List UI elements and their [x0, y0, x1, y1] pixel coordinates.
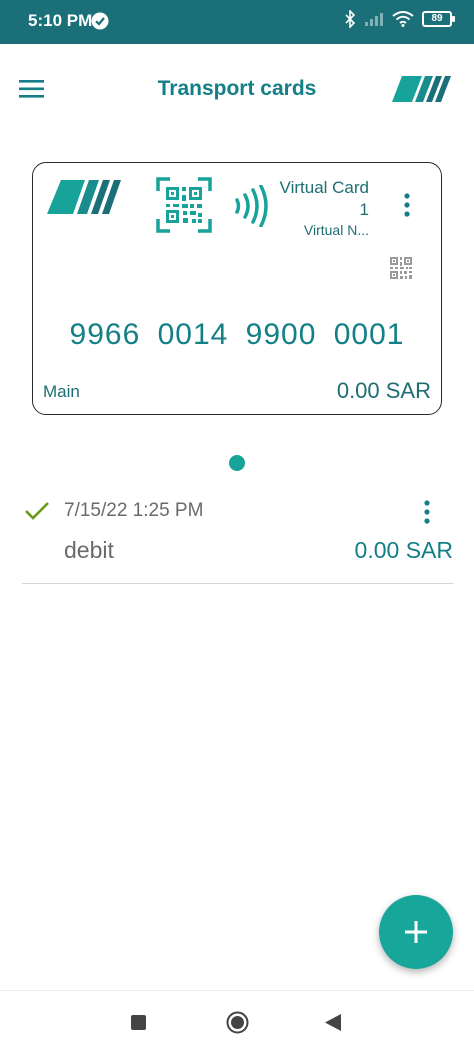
add-card-button[interactable] [379, 895, 453, 969]
transaction-type: debit [64, 537, 114, 563]
card-number: 9966 0014 9900 0001 [69, 318, 405, 351]
status-bar: 5:10 PM 89 [0, 0, 474, 44]
transaction-amount: 0.00 SAR [354, 537, 453, 563]
card-label: Main [43, 382, 80, 401]
transport-logo-icon [392, 76, 451, 102]
more-vert-icon[interactable] [403, 193, 411, 217]
system-icons: 89 [344, 10, 455, 28]
transport-card[interactable]: Virtual Card 1 Virtual N... 9966 0014 99… [32, 162, 442, 415]
home-icon[interactable] [226, 1011, 249, 1034]
check-circle-icon [91, 12, 109, 30]
card-subtitle: Virtual N... [303, 222, 369, 238]
transaction-row[interactable]: 7/15/22 1:25 PM debit 0.00 SAR [22, 492, 453, 584]
card-balance: 0.00 SAR [336, 378, 431, 403]
transaction-date: 7/15/22 1:25 PM [64, 500, 204, 521]
wifi-icon [392, 11, 414, 27]
more-vert-icon[interactable] [423, 500, 431, 524]
card-logo-icon [47, 180, 121, 214]
status-time: 5:10 PM [28, 11, 93, 30]
battery-icon: 89 [422, 11, 455, 27]
checkmark-icon [25, 502, 49, 520]
app-bar: Transport cards [0, 44, 474, 134]
qr-scan-icon[interactable] [156, 177, 212, 233]
plus-icon [405, 921, 427, 943]
back-icon[interactable] [324, 1013, 342, 1032]
nfc-icon [235, 185, 268, 227]
signal-icon [365, 13, 383, 26]
battery-level: 89 [431, 13, 443, 24]
qr-code-icon[interactable] [389, 256, 413, 280]
card-name: Virtual Card 1 [279, 178, 369, 219]
system-nav-bar [0, 990, 474, 1053]
bluetooth-icon [345, 10, 356, 28]
recent-apps-icon[interactable] [131, 1015, 146, 1030]
page-indicator-dot [229, 455, 245, 471]
